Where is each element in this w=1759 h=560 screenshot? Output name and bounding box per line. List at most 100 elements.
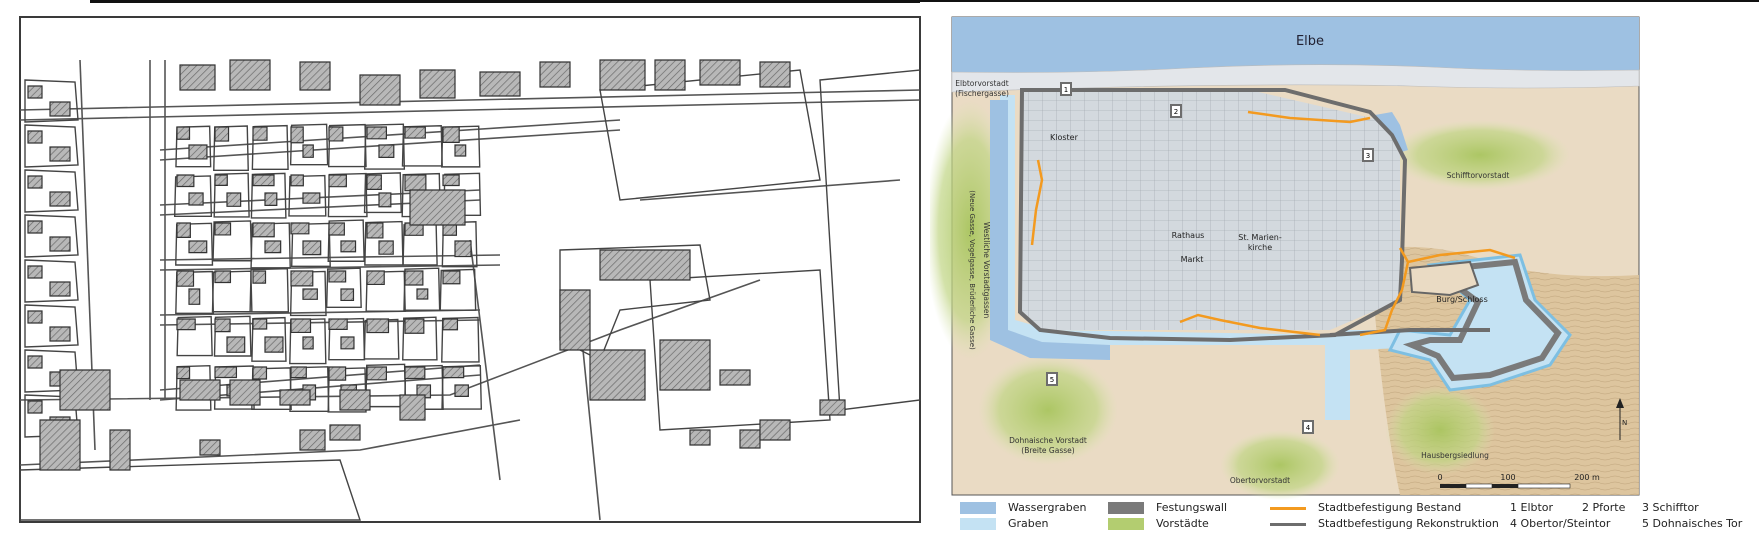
suburb-west-label-1: Westliche Vorstadtgassen <box>982 222 991 319</box>
sketch-building <box>340 288 355 302</box>
sketch-building <box>27 265 43 279</box>
sketch-building <box>27 355 43 369</box>
legend-gate-4: 4 Obertor/Steintor <box>1510 517 1611 530</box>
sketch-building <box>340 240 357 253</box>
sketch-building <box>454 240 472 258</box>
sketch-building <box>366 222 384 239</box>
suburb-elbtor-label-2: (Fischergasse) <box>955 89 1009 98</box>
sketch-building <box>599 59 646 91</box>
legend-label-festungswall: Festungswall <box>1156 501 1228 514</box>
sketch-building <box>264 192 278 206</box>
sketch-building <box>416 288 429 300</box>
sketch-building <box>49 326 71 342</box>
sketch-building <box>366 174 382 190</box>
scale-label-200: 200 m <box>1574 473 1600 482</box>
suburb-dohna-label-1: Dohnaische Vorstadt <box>1009 436 1087 445</box>
legend-label-graben: Graben <box>1008 517 1049 530</box>
legend-swatch-wassergraben <box>960 502 996 514</box>
sketch-building <box>27 130 43 144</box>
legend-swatch-vorstaedte <box>1108 518 1144 530</box>
sketch-building <box>404 174 427 192</box>
suburb-west-label-2: (Neue Gasse, Vogelgasse, Brüderliche Gas… <box>968 190 976 350</box>
legend-label-vorstaedte: Vorstädte <box>1156 517 1209 530</box>
sketch-building <box>328 318 348 330</box>
kirche-label-2: kirche <box>1248 243 1272 252</box>
sketch-building <box>39 419 81 471</box>
sketch-building <box>49 236 71 252</box>
scale-label-100: 100 <box>1500 473 1515 482</box>
sketch-building <box>176 222 191 238</box>
legend-gate-3: 3 Schifftor <box>1642 501 1699 514</box>
legend-gate-2: 2 Pforte <box>1582 501 1626 514</box>
sketch-building <box>329 424 361 441</box>
sketch-building <box>654 59 686 91</box>
sketch-building <box>378 144 395 158</box>
sketch-building <box>49 281 71 297</box>
sketch-building <box>214 126 230 142</box>
sketch-building <box>340 336 355 350</box>
sketch-building <box>366 366 387 381</box>
sketch-building <box>339 389 371 411</box>
gate-3: 3 <box>1362 148 1374 162</box>
sketch-building <box>299 61 331 91</box>
sketch-building <box>199 439 221 456</box>
map-legend: Wassergraben Graben Festungswall Vorstäd… <box>930 498 1759 556</box>
sketch-building <box>559 289 591 351</box>
sketch-building <box>49 101 71 117</box>
sketch-building <box>188 144 208 160</box>
sketch-building <box>59 369 111 411</box>
sketch-building <box>739 429 761 449</box>
sketch-building <box>179 379 221 401</box>
sketch-building <box>27 175 43 189</box>
sketch-building <box>229 59 271 91</box>
sketch-building <box>328 270 347 283</box>
sketch-building <box>49 191 71 207</box>
sketch-building <box>302 240 322 256</box>
sketch-building <box>264 336 284 353</box>
sketch-building <box>399 394 426 421</box>
sketch-building <box>759 419 791 441</box>
sketch-building <box>252 222 275 238</box>
legend-gate-1: 1 Elbtor <box>1510 501 1554 514</box>
sketch-building <box>328 366 347 381</box>
sketch-building <box>176 318 196 331</box>
sketch-building <box>719 369 751 386</box>
sketch-building <box>819 399 846 416</box>
sketch-building <box>176 174 195 188</box>
sketch-building <box>188 288 201 305</box>
fortification-svg: Elbe 1 2 3 4 5 Kloster Rathaus Markt St.… <box>925 16 1640 500</box>
sketch-building <box>27 400 43 414</box>
sketch-building <box>252 366 268 380</box>
sketch-building <box>302 192 321 204</box>
sketch-building <box>229 379 261 406</box>
legend-label-bestand: Stadtbefestigung Bestand <box>1318 501 1462 514</box>
legend-label-rekonstruktion: Stadtbefestigung Rekonstruktion <box>1318 517 1499 530</box>
sketch-building <box>378 240 394 255</box>
gate-2: 2 <box>1170 104 1182 118</box>
sketch-building <box>409 189 466 226</box>
legend-line-bestand <box>1270 507 1306 510</box>
legend-swatch-festungswall <box>1108 502 1144 514</box>
sketch-building <box>442 174 460 187</box>
kloster-label: Kloster <box>1050 133 1079 142</box>
sketch-building <box>290 126 304 144</box>
gate-4: 4 <box>1302 420 1314 434</box>
sketch-building <box>302 144 314 158</box>
suburb-obertor <box>1220 430 1340 500</box>
gate-2-number: 2 <box>1174 108 1178 116</box>
sketch-building <box>699 59 741 86</box>
sketch-building <box>214 318 231 333</box>
sketch-building <box>442 366 465 379</box>
sketch-building <box>290 366 307 379</box>
sketch-building <box>299 429 326 451</box>
sketch-building <box>479 71 521 97</box>
sketch-building <box>252 270 267 284</box>
rathaus-label: Rathaus <box>1172 231 1205 240</box>
sketch-building <box>759 61 791 88</box>
old-town-blocks <box>1020 90 1400 330</box>
cadastral-sketch-map <box>0 0 930 556</box>
gate-1-number: 1 <box>1064 86 1068 94</box>
cadastral-sketch-svg <box>19 16 921 523</box>
legend-swatch-graben <box>960 518 996 530</box>
sketch-building <box>366 126 387 140</box>
